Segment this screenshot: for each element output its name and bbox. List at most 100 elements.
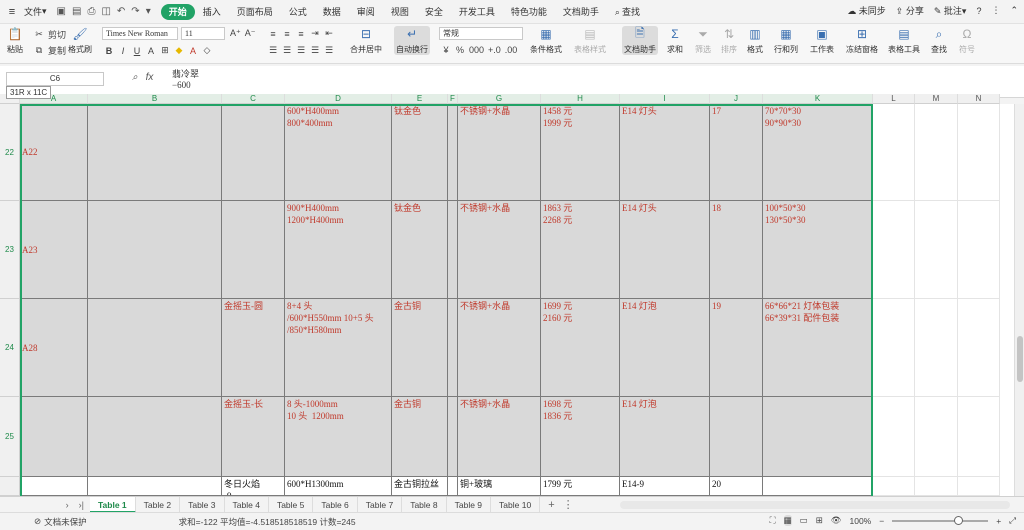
cell-e[interactable]: 钛金色 [392,104,448,201]
distribute-icon[interactable]: ☰ [324,45,334,56]
font-name-select[interactable]: Times New Roman [102,27,178,40]
next-sheet-icon[interactable]: › [66,500,69,510]
find-button[interactable]: ⌕ 查找 [930,26,948,55]
sheet-tab[interactable]: Table 5 [269,496,314,513]
cell-h[interactable]: 1458 元 1999 元 [541,104,620,201]
percent-icon[interactable]: % [455,45,465,55]
clear-icon[interactable]: ◇ [202,45,212,56]
cell-g[interactable]: 不锈钢+水晶 [458,104,541,201]
tab-8[interactable]: 开发工具 [451,4,503,20]
cell-b[interactable] [88,477,222,496]
comment-button[interactable]: ✎ 批注▾ [934,4,967,17]
zoom-slider[interactable] [892,515,989,525]
row-header[interactable] [0,477,20,496]
cell-f[interactable] [448,397,458,477]
number-format-select[interactable]: 常规 [439,27,523,40]
increase-font-icon[interactable]: A⁺ [230,28,241,39]
cell-c[interactable]: 金摇玉-圆 [222,299,285,397]
cond-format-button[interactable]: ▦ 条件格式 [530,26,562,55]
strike-icon[interactable]: A [146,46,156,56]
cell-g[interactable]: 不锈钢+水晶 [458,201,541,299]
column-header-j[interactable]: J [710,94,763,104]
sheet-tab[interactable]: Table 4 [225,496,269,513]
merge-button[interactable]: ⊟ 合并居中 [350,26,382,55]
cell-b[interactable] [88,104,222,201]
tab-5[interactable]: 审阅 [349,4,383,20]
freeze-button[interactable]: ⊞ 冻结窗格 [846,26,878,55]
sheet-tab[interactable]: Table 10 [491,496,541,513]
sheet-more-icon[interactable]: ⋮ [563,498,574,511]
menu-icon[interactable]: ≡ [4,6,20,18]
cell-empty[interactable] [915,104,958,201]
page-break-icon[interactable]: ⊞ [816,515,823,526]
zoom-level[interactable]: 100% [850,516,872,526]
chevron-down-icon[interactable]: ▾ [146,6,151,17]
underline-icon[interactable]: U [132,46,142,56]
row-header[interactable]: 25 [0,397,20,477]
align-bottom-icon[interactable]: ≡ [296,29,306,39]
table-tools-button[interactable]: ▤ 表格工具 [888,26,920,55]
cell-f[interactable] [448,299,458,397]
collapse-icon[interactable]: ⌃ [1010,5,1018,16]
help-icon[interactable]: ? [976,6,981,16]
font-size-select[interactable]: 11 [181,27,225,40]
normal-view-icon[interactable]: ▦ [783,515,792,526]
reading-mode-icon[interactable]: 👁 [831,515,842,526]
print-icon[interactable]: ⎙ [87,6,95,17]
cell-h[interactable]: 1863 元 2268 元 [541,201,620,299]
cell-j[interactable]: 19 [710,299,763,397]
sheet-tab[interactable]: Table 1 [90,496,136,513]
cell-empty[interactable] [958,104,1000,201]
row-header[interactable]: 24 [0,299,20,397]
tab-4[interactable]: 数据 [315,4,349,20]
wrap-button[interactable]: ↵ 自动换行 [394,26,430,55]
align-right-icon[interactable]: ☰ [296,45,306,56]
scroll-thumb[interactable] [1017,336,1023,382]
column-header-h[interactable]: H [541,94,620,104]
column-header-e[interactable]: E [392,94,448,104]
column-header-l[interactable]: L [873,94,915,104]
copy-button[interactable]: ⧉ 复制 [34,44,66,57]
fill-color-icon[interactable]: ◆ [174,45,184,56]
cell-i[interactable]: E14 灯泡 [620,397,710,477]
cell-g[interactable]: 铜+玻璃 [458,477,541,496]
cell-empty[interactable] [915,299,958,397]
cell-i[interactable]: E14-9 [620,477,710,496]
cell-c[interactable]: 金摇玉-长 [222,397,285,477]
format-painter-button[interactable]: 🖌 格式刷 [68,26,92,55]
sync-status[interactable]: ☁ 未同步 [847,4,886,17]
table-style-button[interactable]: ▤ 表格样式 [574,26,606,55]
sum-button[interactable]: Σ 求和 [666,26,684,55]
cell-empty[interactable] [958,477,1000,496]
cell-d[interactable]: 600*H400mm 800*400mm [285,104,392,201]
decrease-font-icon[interactable]: A⁻ [245,28,256,39]
format-button[interactable]: ▥ 格式 [746,26,764,55]
cell-a[interactable]: A28 [20,299,88,397]
font-color-icon[interactable]: A [188,46,198,56]
cell-empty[interactable] [873,397,915,477]
sheet-tab[interactable]: Table 6 [313,496,358,513]
zoom-fit-icon[interactable]: ⤢ [1009,515,1016,526]
cell-i[interactable]: E14 灯头 [620,201,710,299]
save-icon[interactable]: ▣ [57,6,66,17]
tab-7[interactable]: 安全 [417,4,451,20]
cell-a[interactable] [20,397,88,477]
bold-icon[interactable]: B [104,46,114,56]
cell-c[interactable]: 冬日火焰 -9 [222,477,285,496]
cell-k[interactable] [763,477,873,496]
column-header-f[interactable]: F [448,94,458,104]
align-middle-icon[interactable]: ≡ [282,29,292,39]
currency-icon[interactable]: ¥ [441,45,451,55]
cell-d[interactable]: 600*H1300mm [285,477,392,496]
name-box[interactable]: C6 [6,72,104,86]
cell-d[interactable]: 8+4 头 /600*H550mm 10+5 头 /850*H580mm [285,299,392,397]
zoom-icon[interactable]: ⌕ [132,72,138,83]
justify-icon[interactable]: ☰ [310,45,320,56]
horizontal-scrollbar[interactable] [620,501,1010,509]
tab-3[interactable]: 公式 [281,4,315,20]
last-sheet-icon[interactable]: ›| [79,500,84,510]
cell-g[interactable]: 不锈钢+水晶 [458,299,541,397]
cell-c[interactable] [222,104,285,201]
filter-button[interactable]: ⏷ 筛选 [694,26,712,55]
cell-h[interactable]: 1699 元 2160 元 [541,299,620,397]
